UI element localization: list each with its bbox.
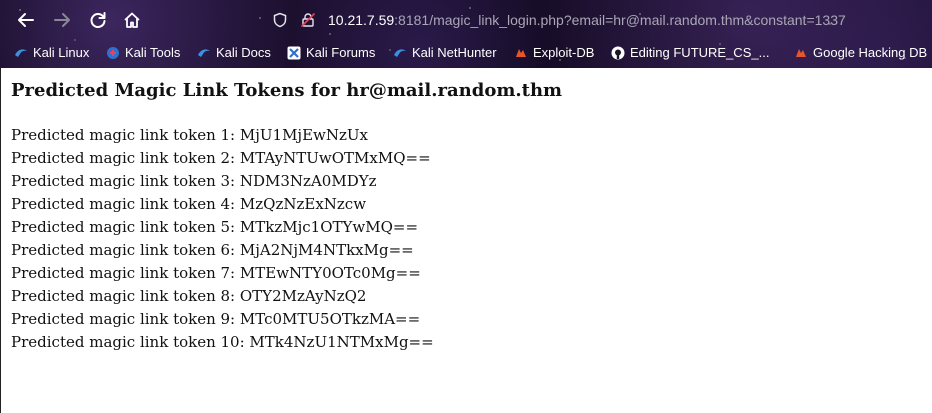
browser-chrome: 10.21.7.59:8181/magic_link_login.php?ema… bbox=[0, 0, 932, 68]
kali-icon bbox=[14, 46, 28, 60]
token-item: Predicted magic link token 3: NDM3NzA0MD… bbox=[11, 172, 377, 190]
bookmark-label: Kali Docs bbox=[216, 45, 271, 60]
back-icon bbox=[18, 13, 34, 27]
reload-button[interactable] bbox=[86, 8, 110, 32]
bookmark-label: Kali Linux bbox=[33, 45, 90, 60]
url-host: 10.21.7.59 bbox=[328, 12, 395, 28]
bookmarks-toolbar: Kali Linux Kali Tools Kali Docs Kali For… bbox=[0, 42, 932, 66]
url-text[interactable]: 10.21.7.59:8181/magic_link_login.php?ema… bbox=[328, 12, 846, 28]
url-path: :8181/magic_link_login.php?email=hr@mail… bbox=[394, 12, 846, 28]
token-item: Predicted magic link token 9: MTc0MTU5OT… bbox=[11, 310, 421, 328]
bookmark-label: Kali Tools bbox=[125, 45, 181, 60]
kali-forums-icon bbox=[287, 46, 301, 60]
bookmark-label: Editing FUTURE_CS_... bbox=[630, 45, 770, 60]
token-item: Predicted magic link token 4: MzQzNzExNz… bbox=[11, 195, 367, 213]
token-item: Predicted magic link token 8: OTY2MzAyNz… bbox=[11, 287, 367, 305]
browser-toolbar: 10.21.7.59:8181/magic_link_login.php?ema… bbox=[0, 0, 932, 40]
bookmark-label: Exploit-DB bbox=[533, 45, 595, 60]
home-icon bbox=[124, 12, 140, 28]
page-title: Predicted Magic Link Tokens for hr@mail.… bbox=[11, 80, 563, 101]
shield-icon[interactable] bbox=[270, 10, 290, 30]
kali-icon bbox=[197, 46, 211, 60]
bookmark-exploit-db[interactable]: Exploit-DB bbox=[514, 45, 594, 60]
token-list: Predicted magic link token 1: MjU1MjEwNz… bbox=[11, 124, 434, 354]
exploit-db-icon bbox=[514, 46, 528, 60]
token-item: Predicted magic link token 10: MTk4NzU1N… bbox=[11, 333, 434, 351]
token-item: Predicted magic link token 6: MjA2NjM4NT… bbox=[11, 241, 414, 259]
reload-icon bbox=[90, 12, 106, 28]
bookmark-editing-future-cs[interactable]: Editing FUTURE_CS_... bbox=[611, 45, 769, 60]
bookmark-kali-linux[interactable]: Kali Linux bbox=[14, 45, 89, 60]
bookmark-label: Google Hacking DB bbox=[813, 45, 928, 60]
bookmark-kali-forums[interactable]: Kali Forums bbox=[287, 45, 375, 60]
insecure-lock-icon[interactable] bbox=[298, 10, 318, 30]
bookmark-kali-tools[interactable]: Kali Tools bbox=[106, 45, 180, 60]
bookmark-kali-docs[interactable]: Kali Docs bbox=[197, 45, 271, 60]
token-item: Predicted magic link token 1: MjU1MjEwNz… bbox=[11, 126, 369, 144]
token-item: Predicted magic link token 2: MTAyNTUwOT… bbox=[11, 149, 431, 167]
page-content: Predicted Magic Link Tokens for hr@mail.… bbox=[0, 68, 932, 413]
kali-icon bbox=[393, 46, 407, 60]
bookmark-label: Kali NetHunter bbox=[412, 45, 497, 60]
address-bar[interactable]: 10.21.7.59:8181/magic_link_login.php?ema… bbox=[270, 8, 930, 32]
bookmark-label: Kali Forums bbox=[306, 45, 376, 60]
token-item: Predicted magic link token 7: MTEwNTY0OT… bbox=[11, 264, 421, 282]
forward-button[interactable] bbox=[50, 8, 74, 32]
back-button[interactable] bbox=[14, 8, 38, 32]
bookmark-kali-nethunter[interactable]: Kali NetHunter bbox=[393, 45, 497, 60]
home-button[interactable] bbox=[120, 8, 144, 32]
github-icon bbox=[611, 46, 625, 60]
bookmark-google-hacking-db[interactable]: Google Hacking DB bbox=[794, 45, 927, 60]
exploit-db-icon bbox=[794, 46, 808, 60]
forward-icon bbox=[54, 13, 70, 27]
token-item: Predicted magic link token 5: MTkzMjc1OT… bbox=[11, 218, 419, 236]
kali-tools-icon bbox=[106, 46, 120, 60]
